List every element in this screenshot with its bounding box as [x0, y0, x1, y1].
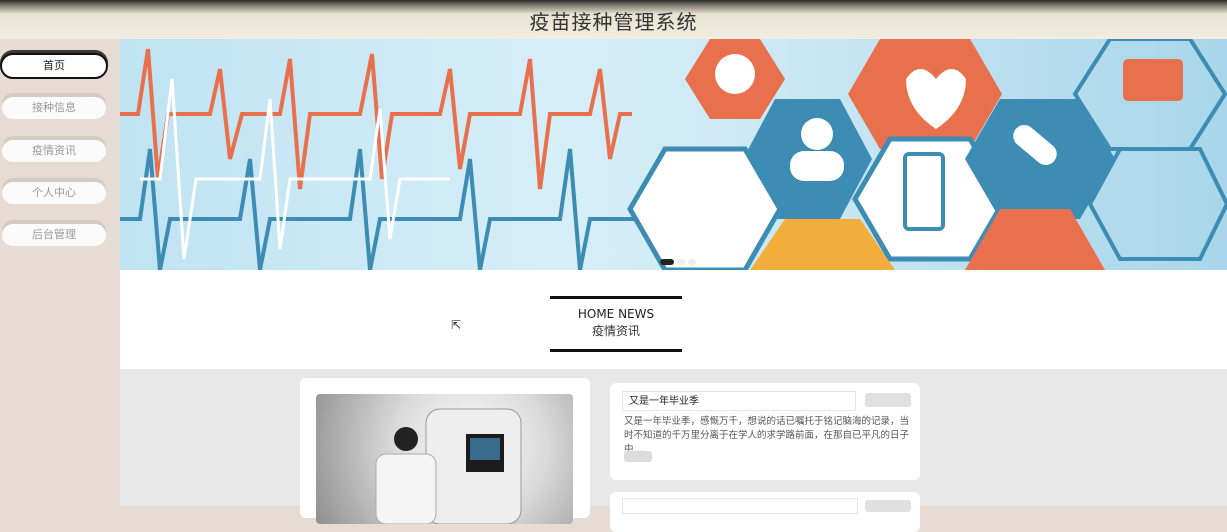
- hero-banner[interactable]: [120, 39, 1227, 270]
- news-content-area: 又是一年毕业季 又是一年毕业季，感慨万千，想说的话已嘱托于铭记脑海的记录，当时不…: [120, 369, 1227, 532]
- sidebar-item-personal-center[interactable]: 个人中心: [2, 182, 106, 204]
- sidebar-item-vaccination-info[interactable]: 接种信息: [2, 97, 106, 119]
- read-more-button[interactable]: [624, 451, 652, 462]
- section-title-cn: 疫情资讯: [591, 324, 640, 338]
- news-title[interactable]: 又是一年毕业季: [622, 391, 856, 411]
- news-summary: 又是一年毕业季，感慨万千，想说的话已嘱托于铭记脑海的记录，当时不知道的千万里分离…: [624, 416, 910, 455]
- sidebar-item-epidemic-news[interactable]: 疫情资讯: [2, 140, 106, 162]
- news-header-area: HOME NEWS 疫情资讯: [120, 270, 1227, 369]
- app-header: 疫苗接种管理系统: [0, 0, 1227, 39]
- news-card[interactable]: [610, 492, 920, 532]
- news-card[interactable]: 又是一年毕业季 又是一年毕业季，感慨万千，想说的话已嘱托于铭记脑海的记录，当时不…: [610, 383, 920, 480]
- section-heading: HOME NEWS 疫情资讯: [550, 296, 682, 352]
- medical-device-image: [375, 408, 522, 525]
- carousel-dot-2[interactable]: [677, 259, 685, 265]
- section-title-en: HOME NEWS: [577, 307, 655, 321]
- featured-image-card[interactable]: [300, 378, 590, 525]
- sidebar-item-home[interactable]: 首页: [0, 53, 108, 79]
- news-date-badge: [865, 500, 911, 512]
- carousel-dot-1[interactable]: [660, 259, 674, 265]
- carousel-indicators[interactable]: [660, 250, 699, 269]
- medical-banner-illustration: [120, 39, 1227, 270]
- news-date-badge: [865, 393, 911, 407]
- featured-image[interactable]: [316, 394, 573, 525]
- sidebar-item-admin[interactable]: 后台管理: [2, 224, 106, 246]
- carousel-dot-3[interactable]: [688, 259, 696, 265]
- sidebar: 首页 接种信息 疫情资讯 个人中心 后台管理: [0, 39, 120, 506]
- news-title[interactable]: [622, 498, 858, 514]
- app-title: 疫苗接种管理系统: [529, 10, 698, 34]
- mouse-cursor: ⇱: [451, 318, 462, 332]
